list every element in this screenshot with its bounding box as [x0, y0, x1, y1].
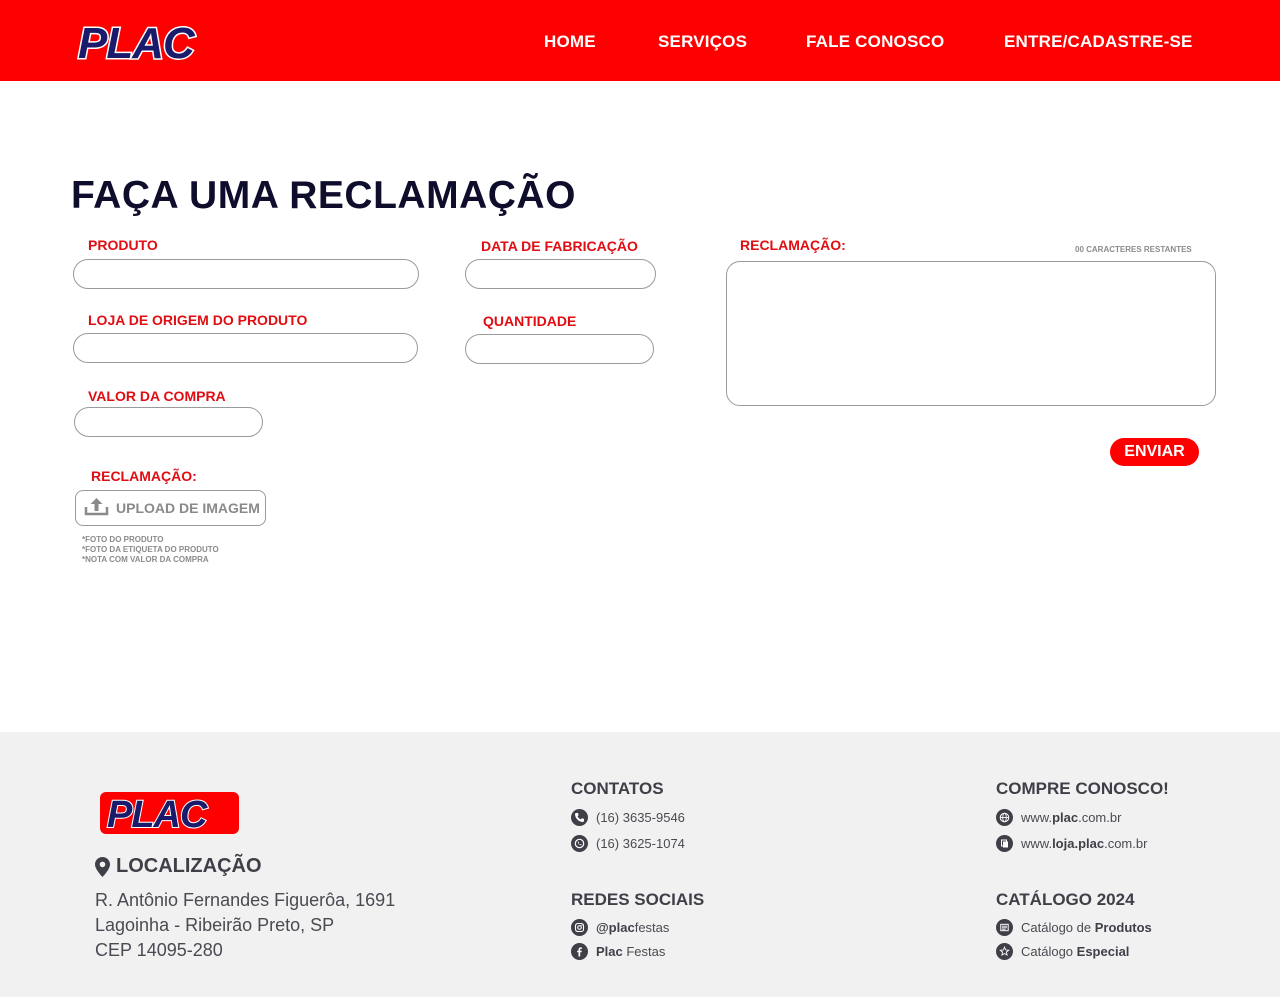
reclamacao-label: RECLAMAÇÃO:	[740, 237, 846, 253]
facebook-icon	[571, 943, 588, 960]
nav-servicos[interactable]: SERVIÇOS	[658, 32, 747, 52]
nav-entre-cadastre[interactable]: ENTRE/CADASTRE-SE	[1004, 32, 1193, 52]
page-title: FAÇA UMA RECLAMAÇÃO	[71, 174, 576, 217]
valor-compra-input[interactable]	[74, 407, 263, 437]
loja-origem-input[interactable]	[73, 333, 418, 363]
note-item: *FOTO DO PRODUTO	[82, 535, 164, 544]
instagram-icon	[571, 919, 588, 936]
reclamacao-textarea[interactable]	[726, 261, 1216, 406]
address-line: CEP 14095-280	[95, 940, 223, 960]
logo-text: PLAC	[78, 21, 196, 65]
valor-compra-label: VALOR DA COMPRA	[88, 388, 226, 404]
nav-home[interactable]: HOME	[544, 32, 596, 52]
catalog1-bold: Produtos	[1094, 920, 1152, 935]
catalog-heading: CATÁLOGO 2024	[996, 890, 1135, 909]
star-icon	[996, 943, 1013, 960]
upload-section-label: RECLAMAÇÃO:	[91, 468, 197, 484]
store-bold: loja.plac	[1052, 836, 1105, 851]
facebook-name-rest: Festas	[622, 944, 666, 959]
note-item: *NOTA COM VALOR DA COMPRA	[82, 555, 209, 564]
catalog-special-link[interactable]: Catálogo Especial	[996, 943, 1129, 960]
upload-image-button[interactable]: UPLOAD DE IMAGEM	[75, 490, 266, 526]
instagram-handle-bold: @plac	[596, 920, 635, 935]
upload-notes: *FOTO DO PRODUTO *FOTO DA ETIQUETA DO PR…	[82, 535, 219, 565]
top-navbar: PLAC HOME SERVIÇOS FALE CONOSCO ENTRE/CA…	[0, 0, 1280, 81]
nav-fale-conosco[interactable]: FALE CONOSCO	[806, 32, 944, 52]
location-pin-icon	[95, 856, 110, 877]
site-link[interactable]: www. plac .com.br	[996, 809, 1121, 826]
catalog2-pre: Catálogo	[1021, 944, 1077, 959]
buy-heading: COMPRE CONOSCO!	[996, 779, 1169, 798]
catalog-products-link[interactable]: Catálogo de Produtos	[996, 919, 1152, 936]
instagram-handle-rest: festas	[634, 920, 670, 935]
footer-logo-text: PLAC	[107, 794, 208, 835]
address-line: Lagoinha - Ribeirão Preto, SP	[95, 915, 335, 935]
facebook-name-bold: Plac	[596, 944, 623, 959]
catalog2-bold: Especial	[1076, 944, 1130, 959]
phone-number: (16) 3635-9546	[596, 810, 685, 825]
store-icon	[996, 835, 1013, 852]
site-bold: plac	[1052, 810, 1079, 825]
contacts-heading: CONTATOS	[571, 779, 664, 798]
catalog1-pre: Catálogo de	[1021, 920, 1095, 935]
site-pre: www.	[1021, 810, 1053, 825]
chars-remaining: 00 CARACTERES RESTANTES	[1075, 245, 1192, 254]
note-item: *FOTO DA ETIQUETA DO PRODUTO	[82, 545, 219, 554]
loja-origem-label: LOJA DE ORIGEM DO PRODUTO	[88, 312, 308, 328]
data-fabricacao-label: DATA DE FABRICAÇÃO	[481, 238, 638, 254]
store-link[interactable]: www. loja.plac .com.br	[996, 835, 1147, 852]
address-line: R. Antônio Fernandes Figuerôa, 1691	[95, 890, 396, 910]
upload-icon	[84, 495, 109, 522]
catalog-icon	[996, 919, 1013, 936]
phone-contact[interactable]: (16) 3635-9546	[571, 809, 685, 826]
whatsapp-icon	[571, 835, 588, 852]
data-fabricacao-input[interactable]	[465, 259, 656, 289]
whatsapp-contact[interactable]: (16) 3625-1074	[571, 835, 685, 852]
social-heading: REDES SOCIAIS	[571, 890, 705, 909]
facebook-link[interactable]: Plac Festas	[571, 943, 665, 960]
store-post: .com.br	[1104, 836, 1148, 851]
location-heading: LOCALIZAÇÃO	[95, 855, 262, 878]
store-pre: www.	[1021, 836, 1053, 851]
site-post: .com.br	[1078, 810, 1122, 825]
quantidade-input[interactable]	[465, 334, 654, 364]
location-title: LOCALIZAÇÃO	[116, 855, 262, 877]
quantidade-label: QUANTIDADE	[483, 313, 577, 329]
send-button[interactable]: ENVIAR	[1110, 438, 1199, 466]
footer-plac-logo[interactable]: PLAC	[99, 791, 240, 835]
phone-icon	[571, 809, 588, 826]
upload-label: UPLOAD DE IMAGEM	[116, 500, 260, 516]
globe-icon	[996, 809, 1013, 826]
produto-label: PRODUTO	[88, 237, 158, 253]
produto-input[interactable]	[73, 259, 419, 289]
plac-logo[interactable]: PLAC	[76, 21, 222, 65]
whatsapp-number: (16) 3625-1074	[596, 836, 685, 851]
instagram-link[interactable]: @plac festas	[571, 919, 669, 936]
